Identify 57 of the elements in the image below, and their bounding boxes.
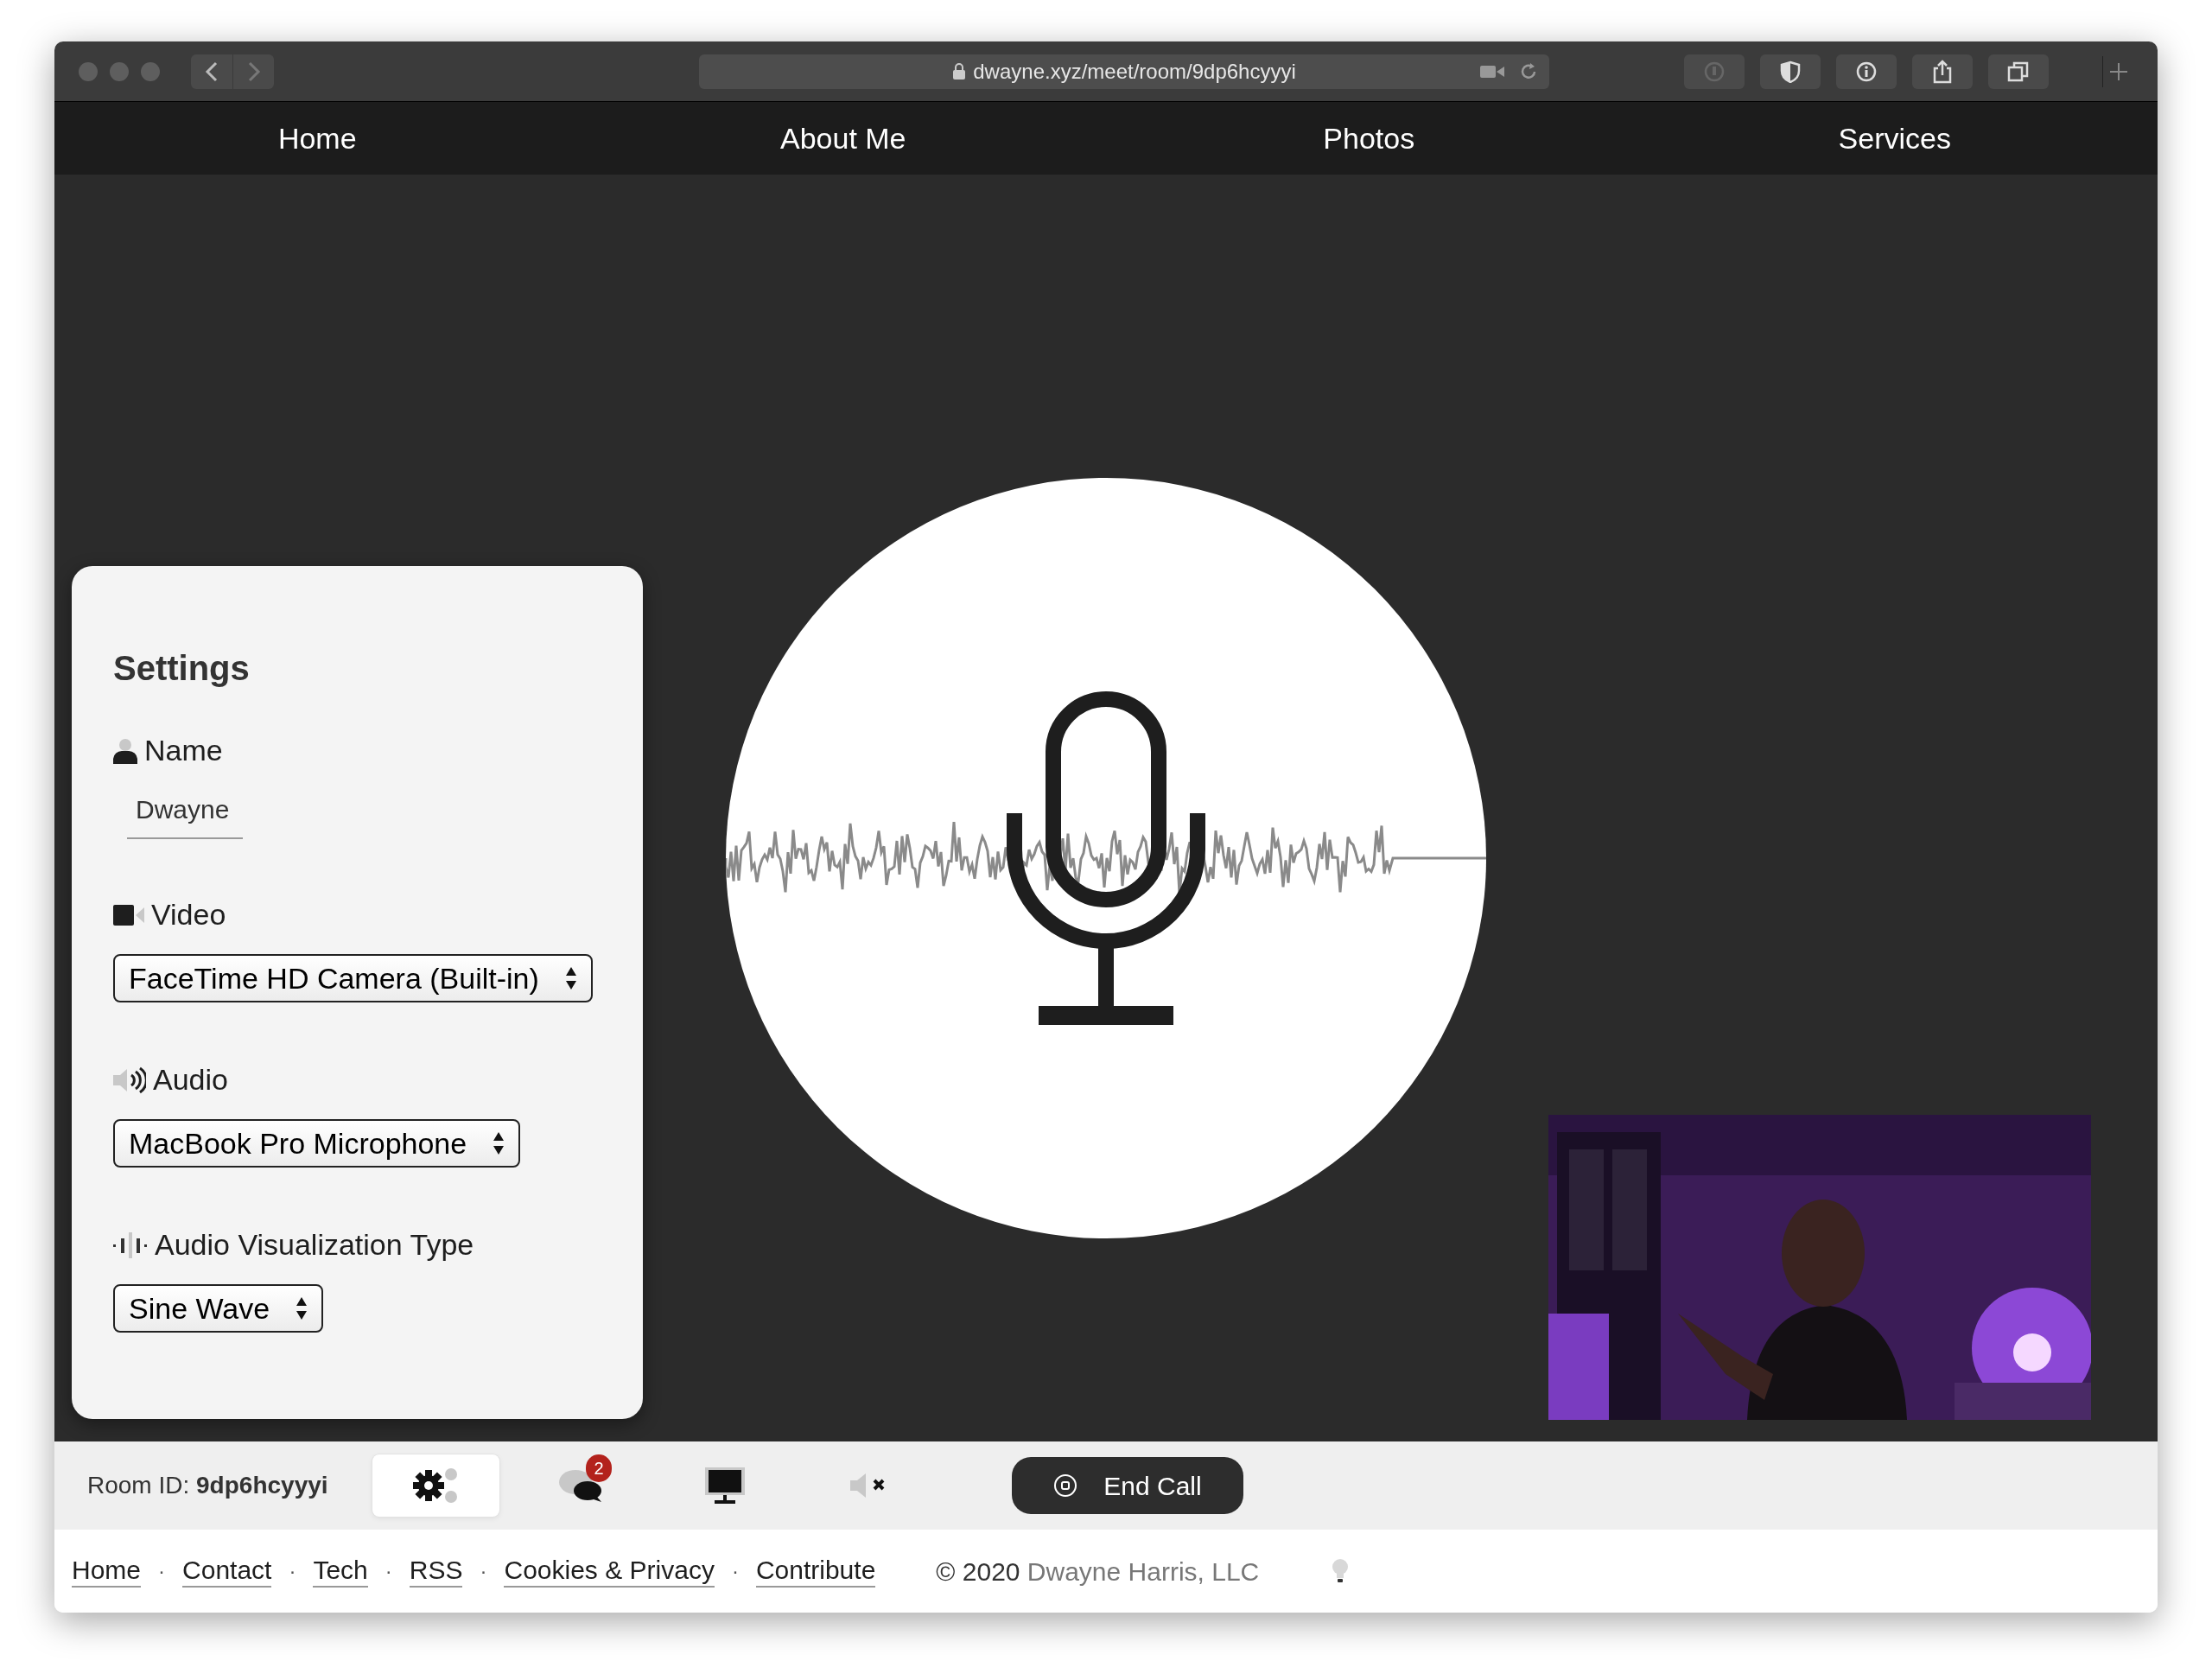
dropdown[interactable]: Sine Wave — [113, 1284, 324, 1333]
circle-icon — [1703, 60, 1726, 83]
monitor-icon — [704, 1467, 745, 1504]
gears-icon — [412, 1467, 460, 1505]
toolbar-button[interactable]: 2 — [517, 1454, 644, 1517]
separator-dot: · — [730, 1558, 740, 1584]
lightbulb-icon[interactable] — [1332, 1558, 1350, 1584]
separator-dot: · — [384, 1558, 393, 1584]
toolbar-button[interactable] — [372, 1454, 499, 1517]
stop-icon — [1053, 1473, 1078, 1498]
footer-link[interactable]: RSS — [409, 1555, 463, 1588]
lock-icon — [952, 62, 967, 80]
room-id: Room ID: 9dp6hcyyyi — [87, 1471, 329, 1500]
nav-link[interactable]: Services — [1838, 116, 1951, 161]
dropdown[interactable]: MacBook Pro Microphone — [113, 1119, 521, 1168]
shield-icon — [1780, 60, 1801, 83]
field-label: Video — [151, 897, 226, 932]
url-text: dwayne.xyz/meet/room/9dp6hcyyyi — [973, 58, 1296, 85]
video-camera-icon — [113, 903, 144, 926]
speaker-icon — [113, 1066, 146, 1094]
shield-button[interactable] — [1760, 54, 1821, 89]
footer-link[interactable]: Tech — [313, 1555, 368, 1588]
notification-badge: 2 — [586, 1454, 612, 1482]
end-call-button[interactable]: End Call — [1012, 1457, 1243, 1514]
share-button[interactable] — [1912, 54, 1973, 89]
name-field[interactable]: Dwayne — [127, 790, 243, 839]
sound-bars-icon — [113, 1231, 148, 1258]
chevron-left-icon — [205, 60, 219, 82]
tabs-button[interactable] — [1988, 54, 2049, 89]
up-down-arrows-icon — [296, 1296, 308, 1320]
footer-link[interactable]: Contact — [182, 1555, 272, 1588]
microphone-icon — [1007, 691, 1205, 1025]
settings-title: Settings — [113, 648, 251, 689]
nav-link[interactable]: Photos — [1323, 116, 1415, 161]
share-icon — [1932, 59, 1953, 84]
person-icon — [113, 737, 137, 764]
separator-dot: · — [157, 1558, 167, 1584]
up-down-arrows-icon — [493, 1131, 505, 1155]
chevron-right-icon — [246, 60, 261, 82]
separator-dot: · — [288, 1558, 297, 1584]
footer-link[interactable]: Contribute — [755, 1555, 876, 1588]
field-label: Audio Visualization Type — [155, 1227, 474, 1263]
address-bar[interactable]: dwayne.xyz/meet/room/9dp6hcyyyi — [699, 54, 1549, 89]
tabs-icon — [2007, 60, 2030, 83]
field-label: Name — [144, 733, 223, 768]
dropdown[interactable]: FaceTime HD Camera (Built-in) — [113, 954, 593, 1002]
copyright-text: © 2020 Dwayne Harris, LLC — [936, 1556, 1260, 1588]
info-icon — [1855, 60, 1878, 83]
field-label: Audio — [153, 1062, 228, 1098]
plus-icon — [2108, 61, 2128, 81]
nav-link[interactable]: About Me — [780, 116, 906, 161]
footer-link[interactable]: Cookies & Privacy — [504, 1555, 715, 1588]
up-down-arrows-icon — [564, 966, 577, 990]
info-button[interactable] — [1836, 54, 1897, 89]
footer-link[interactable]: Home — [72, 1555, 142, 1588]
nav-link[interactable]: Home — [277, 116, 357, 161]
separator-dot: · — [479, 1558, 488, 1584]
